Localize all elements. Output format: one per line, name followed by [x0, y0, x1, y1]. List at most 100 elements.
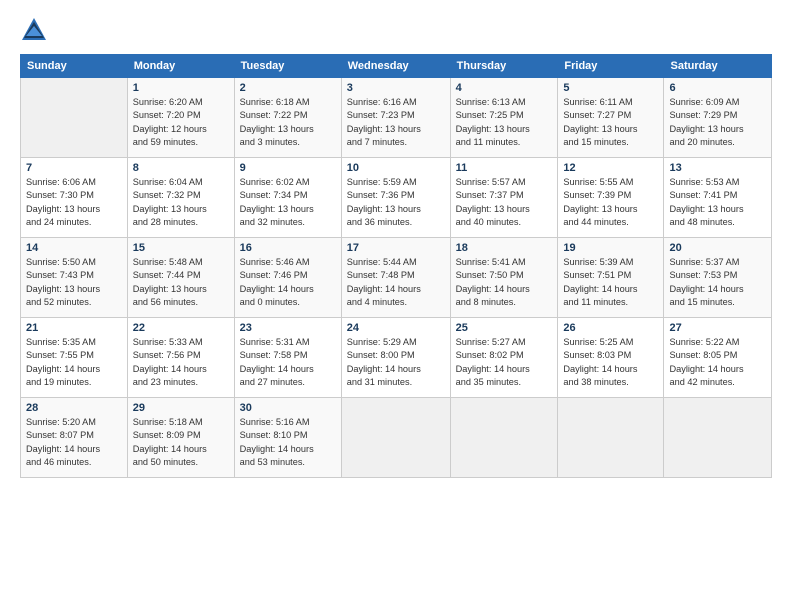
calendar-cell: 2Sunrise: 6:18 AM Sunset: 7:22 PM Daylig…	[234, 78, 341, 158]
day-info: Sunrise: 6:02 AM Sunset: 7:34 PM Dayligh…	[240, 176, 336, 229]
calendar-day-header: Wednesday	[341, 55, 450, 78]
day-number: 12	[563, 162, 658, 174]
day-info: Sunrise: 5:50 AM Sunset: 7:43 PM Dayligh…	[26, 256, 122, 309]
calendar-cell: 16 Sunrise: 5:46 AM Sunset: 7:46 PM Dayli…	[234, 238, 341, 318]
day-number: 5	[563, 82, 658, 94]
calendar-cell: 8 Sunrise: 6:04 AM Sunset: 7:32 PM Daylig…	[127, 158, 234, 238]
day-number: 15	[133, 242, 229, 254]
calendar-cell: 7 Sunrise: 6:06 AM Sunset: 7:30 PM Daylig…	[21, 158, 128, 238]
calendar-day-header: Tuesday	[234, 55, 341, 78]
day-info: Sunrise: 5:41 AM Sunset: 7:50 PM Dayligh…	[456, 256, 553, 309]
day-info: Sunrise: 5:25 AM Sunset: 8:03 PM Dayligh…	[563, 336, 658, 389]
day-number: 26	[563, 322, 658, 334]
day-info: Sunrise: 5:37 AM Sunset: 7:53 PM Dayligh…	[669, 256, 766, 309]
calendar-cell: 27 Sunrise: 5:22 AM Sunset: 8:05 PM Dayli…	[664, 318, 772, 398]
day-info: Sunrise: 5:46 AM Sunset: 7:46 PM Dayligh…	[240, 256, 336, 309]
day-number: 7	[26, 162, 122, 174]
calendar-cell: 9 Sunrise: 6:02 AM Sunset: 7:34 PM Daylig…	[234, 158, 341, 238]
calendar-cell: 22Sunrise: 5:33 AM Sunset: 7:56 PM Dayli…	[127, 318, 234, 398]
day-info: Sunrise: 6:16 AM Sunset: 7:23 PM Dayligh…	[347, 96, 445, 149]
day-number: 9	[240, 162, 336, 174]
calendar-cell: 13 Sunrise: 5:53 AM Sunset: 7:41 PM Dayli…	[664, 158, 772, 238]
day-number: 10	[347, 162, 445, 174]
day-number: 8	[133, 162, 229, 174]
header	[20, 16, 772, 44]
calendar-cell: 18 Sunrise: 5:41 AM Sunset: 7:50 PM Dayli…	[450, 238, 558, 318]
logo	[20, 16, 52, 44]
day-number: 19	[563, 242, 658, 254]
calendar-cell: 12 Sunrise: 5:55 AM Sunset: 7:39 PM Dayli…	[558, 158, 664, 238]
day-info: Sunrise: 5:27 AM Sunset: 8:02 PM Dayligh…	[456, 336, 553, 389]
calendar-cell: 29Sunrise: 5:18 AM Sunset: 8:09 PM Dayli…	[127, 398, 234, 478]
day-info: Sunrise: 5:33 AM Sunset: 7:56 PM Dayligh…	[133, 336, 229, 389]
day-info: Sunrise: 6:11 AM Sunset: 7:27 PM Dayligh…	[563, 96, 658, 149]
day-info: Sunrise: 6:06 AM Sunset: 7:30 PM Dayligh…	[26, 176, 122, 229]
day-number: 21	[26, 322, 122, 334]
calendar-cell: 25 Sunrise: 5:27 AM Sunset: 8:02 PM Dayli…	[450, 318, 558, 398]
day-info: Sunrise: 5:20 AM Sunset: 8:07 PM Dayligh…	[26, 416, 122, 469]
calendar-week-row: 28Sunrise: 5:20 AM Sunset: 8:07 PM Dayli…	[21, 398, 772, 478]
day-info: Sunrise: 5:48 AM Sunset: 7:44 PM Dayligh…	[133, 256, 229, 309]
calendar-week-row: 21 Sunrise: 5:35 AM Sunset: 7:55 PM Dayli…	[21, 318, 772, 398]
day-info: Sunrise: 5:39 AM Sunset: 7:51 PM Dayligh…	[563, 256, 658, 309]
calendar-week-row: 14 Sunrise: 5:50 AM Sunset: 7:43 PM Dayli…	[21, 238, 772, 318]
day-info: Sunrise: 6:13 AM Sunset: 7:25 PM Dayligh…	[456, 96, 553, 149]
calendar-cell: 4Sunrise: 6:13 AM Sunset: 7:25 PM Daylig…	[450, 78, 558, 158]
calendar-cell	[664, 398, 772, 478]
calendar-cell: 3Sunrise: 6:16 AM Sunset: 7:23 PM Daylig…	[341, 78, 450, 158]
day-number: 25	[456, 322, 553, 334]
day-info: Sunrise: 5:22 AM Sunset: 8:05 PM Dayligh…	[669, 336, 766, 389]
day-number: 16	[240, 242, 336, 254]
day-number: 11	[456, 162, 553, 174]
day-number: 23	[240, 322, 336, 334]
calendar-cell: 23 Sunrise: 5:31 AM Sunset: 7:58 PM Dayli…	[234, 318, 341, 398]
day-info: Sunrise: 5:31 AM Sunset: 7:58 PM Dayligh…	[240, 336, 336, 389]
calendar-week-row: 7 Sunrise: 6:06 AM Sunset: 7:30 PM Daylig…	[21, 158, 772, 238]
day-info: Sunrise: 5:35 AM Sunset: 7:55 PM Dayligh…	[26, 336, 122, 389]
day-number: 14	[26, 242, 122, 254]
calendar-cell: 10 Sunrise: 5:59 AM Sunset: 7:36 PM Dayli…	[341, 158, 450, 238]
calendar-cell: 15 Sunrise: 5:48 AM Sunset: 7:44 PM Dayli…	[127, 238, 234, 318]
day-number: 6	[669, 82, 766, 94]
calendar-day-header: Saturday	[664, 55, 772, 78]
day-number: 1	[133, 82, 229, 94]
day-info: Sunrise: 6:04 AM Sunset: 7:32 PM Dayligh…	[133, 176, 229, 229]
day-number: 24	[347, 322, 445, 334]
day-info: Sunrise: 5:59 AM Sunset: 7:36 PM Dayligh…	[347, 176, 445, 229]
day-info: Sunrise: 5:55 AM Sunset: 7:39 PM Dayligh…	[563, 176, 658, 229]
page: SundayMondayTuesdayWednesdayThursdayFrid…	[0, 0, 792, 612]
day-info: Sunrise: 6:18 AM Sunset: 7:22 PM Dayligh…	[240, 96, 336, 149]
calendar-cell: 30Sunrise: 5:16 AM Sunset: 8:10 PM Dayli…	[234, 398, 341, 478]
calendar-cell	[450, 398, 558, 478]
logo-icon	[20, 16, 48, 44]
calendar-cell: 21 Sunrise: 5:35 AM Sunset: 7:55 PM Dayli…	[21, 318, 128, 398]
day-info: Sunrise: 6:20 AM Sunset: 7:20 PM Dayligh…	[133, 96, 229, 149]
day-info: Sunrise: 6:09 AM Sunset: 7:29 PM Dayligh…	[669, 96, 766, 149]
day-number: 20	[669, 242, 766, 254]
calendar-cell	[341, 398, 450, 478]
calendar-header-row: SundayMondayTuesdayWednesdayThursdayFrid…	[21, 55, 772, 78]
day-number: 18	[456, 242, 553, 254]
calendar-cell	[558, 398, 664, 478]
calendar-cell: 1 Sunrise: 6:20 AM Sunset: 7:20 PM Daylig…	[127, 78, 234, 158]
calendar-cell: 5 Sunrise: 6:11 AM Sunset: 7:27 PM Daylig…	[558, 78, 664, 158]
calendar-cell	[21, 78, 128, 158]
day-info: Sunrise: 5:16 AM Sunset: 8:10 PM Dayligh…	[240, 416, 336, 469]
day-info: Sunrise: 5:29 AM Sunset: 8:00 PM Dayligh…	[347, 336, 445, 389]
calendar-day-header: Friday	[558, 55, 664, 78]
day-info: Sunrise: 5:44 AM Sunset: 7:48 PM Dayligh…	[347, 256, 445, 309]
calendar-day-header: Thursday	[450, 55, 558, 78]
calendar-cell: 17Sunrise: 5:44 AM Sunset: 7:48 PM Dayli…	[341, 238, 450, 318]
day-number: 13	[669, 162, 766, 174]
day-number: 29	[133, 402, 229, 414]
calendar-day-header: Monday	[127, 55, 234, 78]
calendar-table: SundayMondayTuesdayWednesdayThursdayFrid…	[20, 54, 772, 478]
calendar-cell: 24 Sunrise: 5:29 AM Sunset: 8:00 PM Dayli…	[341, 318, 450, 398]
calendar-cell: 14 Sunrise: 5:50 AM Sunset: 7:43 PM Dayli…	[21, 238, 128, 318]
calendar-cell: 19 Sunrise: 5:39 AM Sunset: 7:51 PM Dayli…	[558, 238, 664, 318]
day-info: Sunrise: 5:57 AM Sunset: 7:37 PM Dayligh…	[456, 176, 553, 229]
day-info: Sunrise: 5:53 AM Sunset: 7:41 PM Dayligh…	[669, 176, 766, 229]
calendar-cell: 28Sunrise: 5:20 AM Sunset: 8:07 PM Dayli…	[21, 398, 128, 478]
day-number: 27	[669, 322, 766, 334]
calendar-week-row: 1 Sunrise: 6:20 AM Sunset: 7:20 PM Daylig…	[21, 78, 772, 158]
